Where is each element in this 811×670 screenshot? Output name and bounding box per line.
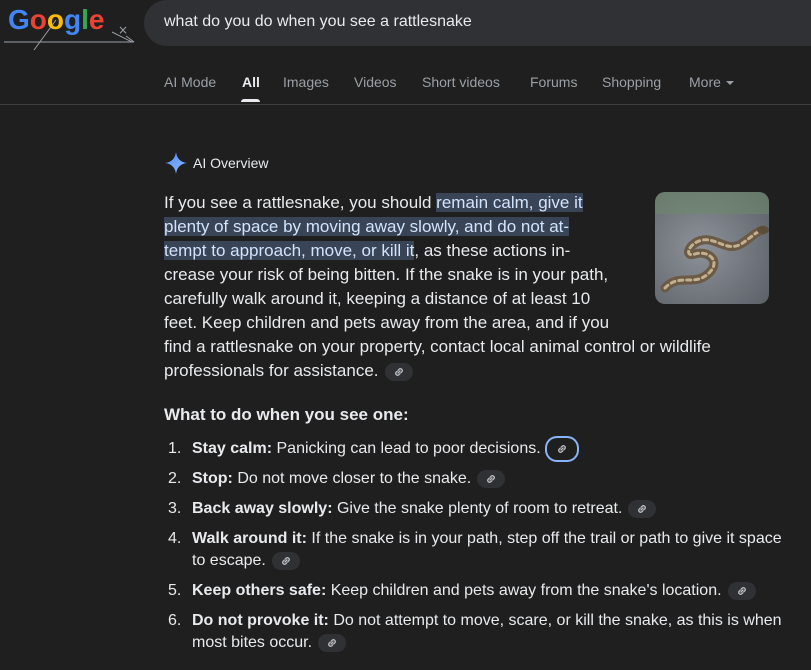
tab-short-videos[interactable]: Short videos xyxy=(422,74,500,90)
overview-line: carefully walk around it, keeping a dist… xyxy=(164,289,591,308)
source-link-button[interactable] xyxy=(546,438,577,460)
step-text: Stay calm: Panicking can lead to poor de… xyxy=(192,438,794,460)
step-text: Do not provoke it: Do not attempt to mov… xyxy=(192,610,794,654)
source-link-button[interactable] xyxy=(384,362,413,381)
logo-letter: G xyxy=(8,4,30,35)
ai-overview-text: If you see a rattlesnake, you should rem… xyxy=(164,191,774,383)
logo-letter: o xyxy=(46,4,64,35)
overview-text: If you see a rattlesnake, you should xyxy=(164,193,437,212)
tab-forums[interactable]: Forums xyxy=(530,74,577,90)
step-title: Keep others safe: xyxy=(192,582,327,599)
overview-highlight: tempt to approach, move, or kill it xyxy=(164,241,415,260)
link-icon xyxy=(638,504,647,513)
overview-text: professionals for assistance. xyxy=(164,361,379,380)
search-box[interactable]: what do you do when you see a rattlesnak… xyxy=(144,0,811,46)
step-description: Give the snake plenty of room to retreat… xyxy=(332,500,623,517)
step-text: Walk around it: If the snake is in your … xyxy=(192,528,794,572)
overview-line: find a rattlesnake on your property, con… xyxy=(164,337,711,356)
search-header: × Google what do you do when you see a r… xyxy=(0,0,811,105)
link-icon xyxy=(394,367,403,376)
link-icon xyxy=(328,638,336,647)
overview-highlight: plenty of space by moving away slowly, a… xyxy=(164,217,570,236)
step-text: Keep others safe: Keep children and pets… xyxy=(192,580,794,602)
source-link-button[interactable] xyxy=(271,551,300,570)
tab-all[interactable]: All xyxy=(242,74,260,90)
caret-down-icon xyxy=(725,81,734,86)
tab-videos[interactable]: Videos xyxy=(354,74,397,90)
step-text: Back away slowly: Give the snake plenty … xyxy=(192,498,794,520)
step-description: Panicking can lead to poor decisions. xyxy=(272,440,541,458)
tab-images[interactable]: Images xyxy=(283,74,329,90)
tab-more[interactable]: More xyxy=(689,74,734,90)
overview-highlight: remain calm, give it xyxy=(436,193,583,212)
tab-more-label: More xyxy=(689,74,721,90)
step-title: Do not provoke it: xyxy=(192,612,329,629)
overview-text: , as these actions in- xyxy=(414,241,571,260)
overview-line: If you see a rattlesnake, you should rem… xyxy=(164,191,774,215)
logo-letter: e xyxy=(88,4,105,35)
overview-line: tempt to approach, move, or kill it, as … xyxy=(164,239,774,263)
step-title: Back away slowly: xyxy=(192,500,333,517)
link-icon xyxy=(487,474,496,483)
logo-letter: o xyxy=(29,4,47,35)
logo-letter: g xyxy=(64,4,82,35)
step-description: Do not move closer to the snake. xyxy=(232,470,472,487)
google-logo[interactable]: × Google xyxy=(4,2,135,51)
step-title: Stop: xyxy=(192,470,233,487)
overview-line: feet. Keep children and pets away from t… xyxy=(164,313,610,332)
source-link-button[interactable] xyxy=(477,469,506,488)
step-title: Walk around it: xyxy=(192,530,307,547)
step-number: 4. xyxy=(168,530,182,547)
tab-ai-mode[interactable]: AI Mode xyxy=(164,74,216,90)
source-link-button[interactable] xyxy=(727,581,756,600)
step-number: 5. xyxy=(168,582,182,599)
link-icon xyxy=(737,586,746,595)
step-number: 2. xyxy=(168,470,182,487)
link-icon xyxy=(557,445,566,453)
active-tab-indicator xyxy=(241,99,260,102)
step-number: 1. xyxy=(168,440,182,457)
ai-overview-title: AI Overview xyxy=(193,155,269,171)
step-number: 3. xyxy=(168,500,182,517)
step-number: 6. xyxy=(168,612,182,629)
overview-line: plenty of space by moving away slowly, a… xyxy=(164,215,774,239)
search-input[interactable]: what do you do when you see a rattlesnak… xyxy=(164,13,472,31)
source-link-button[interactable] xyxy=(318,633,347,652)
step-text: Stop: Do not move closer to the snake. xyxy=(192,468,794,490)
link-icon xyxy=(281,556,290,565)
tab-shopping[interactable]: Shopping xyxy=(602,74,661,90)
step-description: Keep children and pets away from the sna… xyxy=(326,582,722,599)
source-link-button[interactable] xyxy=(628,499,657,518)
logo-text: Google xyxy=(8,4,104,36)
svg-text:×: × xyxy=(118,23,128,37)
overview-line: professionals for assistance. xyxy=(164,359,774,383)
steps-heading: What to do when you see one: xyxy=(164,405,409,424)
logo-letter: l xyxy=(81,4,89,35)
step-title: Stay calm: xyxy=(192,440,273,458)
sparkle-icon xyxy=(165,152,187,174)
overview-line: crease your risk of being bitten. If the… xyxy=(164,265,609,284)
